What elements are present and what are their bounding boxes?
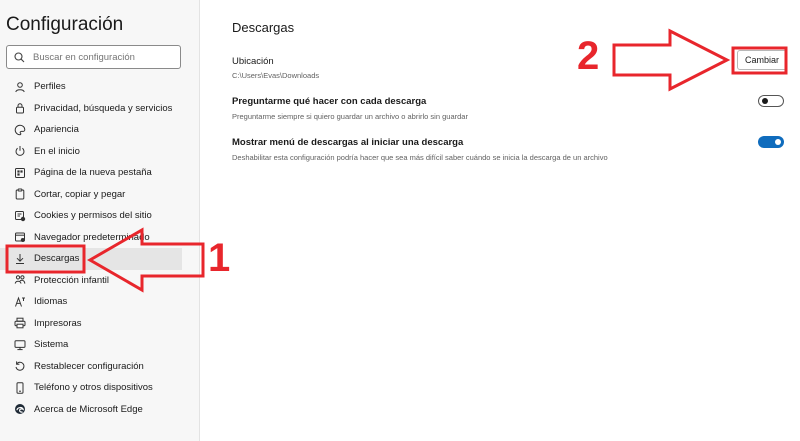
sidebar-item-apariencia[interactable]: Apariencia xyxy=(0,119,199,141)
arrow-right-annotation xyxy=(612,28,731,92)
reset-icon xyxy=(13,360,26,373)
ask-download-description: Preguntarme siempre si quiero guardar un… xyxy=(232,112,468,121)
sidebar-item-cortar-copiar[interactable]: Cortar, copiar y pegar xyxy=(0,184,199,206)
family-icon xyxy=(13,274,26,287)
sidebar-item-label: Privacidad, búsqueda y servicios xyxy=(34,102,173,114)
lock-icon xyxy=(13,102,26,115)
show-menu-label: Mostrar menú de descargas al iniciar una… xyxy=(232,137,464,148)
sidebar-item-label: En el inicio xyxy=(34,145,80,157)
download-icon xyxy=(13,252,26,265)
sidebar-item-label: Teléfono y otros dispositivos xyxy=(34,382,153,394)
sidebar-item-telefono[interactable]: Teléfono y otros dispositivos xyxy=(0,377,199,399)
search-icon xyxy=(14,52,25,63)
toggle-knob xyxy=(775,139,781,145)
sidebar-item-label: Página de la nueva pestaña xyxy=(34,167,152,179)
sidebar-item-restablecer[interactable]: Restablecer configuración xyxy=(0,356,199,378)
sidebar-item-proteccion-infantil[interactable]: Protección infantil xyxy=(0,270,199,292)
sidebar-item-navegador[interactable]: Navegador predeterminado xyxy=(0,227,199,249)
sidebar-item-privacidad[interactable]: Privacidad, búsqueda y servicios xyxy=(0,98,199,120)
show-menu-description: Deshabilitar esta configuración podría h… xyxy=(232,153,608,162)
clipboard-icon xyxy=(13,188,26,201)
sidebar-item-label: Cortar, copiar y pegar xyxy=(34,188,126,200)
sidebar-item-nueva-pestana[interactable]: Página de la nueva pestaña xyxy=(0,162,199,184)
sidebar-item-impresoras[interactable]: Impresoras xyxy=(0,313,199,335)
page-title: Descargas xyxy=(232,20,295,35)
sidebar-item-label: Impresoras xyxy=(34,317,82,329)
new-tab-icon xyxy=(13,166,26,179)
search-box[interactable] xyxy=(6,45,181,69)
profile-icon xyxy=(13,80,26,93)
sidebar-item-acerca-de[interactable]: Acerca de Microsoft Edge xyxy=(0,399,199,421)
sidebar-item-label: Perfiles xyxy=(34,81,66,93)
sidebar-item-label: Descargas xyxy=(34,253,80,265)
cookies-icon xyxy=(13,209,26,222)
step-number-1: 1 xyxy=(208,236,231,280)
browser-icon xyxy=(13,231,26,244)
show-menu-toggle[interactable] xyxy=(758,136,784,148)
sidebar-item-sistema[interactable]: Sistema xyxy=(0,334,199,356)
search-input[interactable] xyxy=(33,48,173,66)
change-location-button[interactable]: Cambiar xyxy=(737,50,787,70)
sidebar-item-cookies[interactable]: Cookies y permisos del sitio xyxy=(0,205,199,227)
language-icon xyxy=(13,295,26,308)
ask-download-toggle[interactable] xyxy=(758,95,784,107)
sidebar-item-label: Cookies y permisos del sitio xyxy=(34,210,152,222)
settings-nav: Perfiles Privacidad, búsqueda y servicio… xyxy=(0,76,199,420)
edge-icon xyxy=(13,403,26,416)
sidebar-item-label: Navegador predeterminado xyxy=(34,231,150,243)
sidebar-title: Configuración xyxy=(6,14,124,35)
sidebar-item-perfiles[interactable]: Perfiles xyxy=(0,76,199,98)
sidebar-item-idiomas[interactable]: Idiomas xyxy=(0,291,199,313)
power-icon xyxy=(13,145,26,158)
ask-download-label: Preguntarme qué hacer con cada descarga xyxy=(232,96,427,107)
toggle-knob xyxy=(762,98,768,104)
sidebar-item-label: Apariencia xyxy=(34,124,79,136)
sidebar-item-label: Idiomas xyxy=(34,296,68,308)
sidebar-item-inicio[interactable]: En el inicio xyxy=(0,141,199,163)
location-label: Ubicación xyxy=(232,56,274,67)
settings-sidebar: Configuración Perfiles Privacidad, búsqu… xyxy=(0,0,200,441)
system-icon xyxy=(13,338,26,351)
sidebar-item-label: Acerca de Microsoft Edge xyxy=(34,403,143,415)
sidebar-item-label: Protección infantil xyxy=(34,274,109,286)
palette-icon xyxy=(13,123,26,136)
location-path: C:\Users\Evas\Downloads xyxy=(232,71,320,80)
sidebar-item-label: Sistema xyxy=(34,339,69,351)
sidebar-item-descargas[interactable]: Descargas xyxy=(0,248,182,270)
sidebar-item-label: Restablecer configuración xyxy=(34,360,144,372)
phone-icon xyxy=(13,381,26,394)
step-number-2: 2 xyxy=(577,34,600,78)
printer-icon xyxy=(13,317,26,330)
